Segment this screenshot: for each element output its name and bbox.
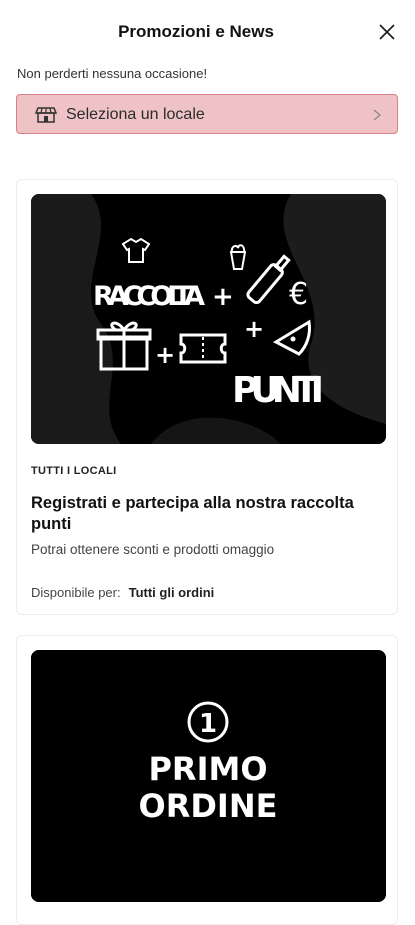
page-subtitle: Non perderti nessuna occasione! xyxy=(17,66,208,81)
promotion-tag: TUTTI I LOCALI xyxy=(31,465,117,477)
chevron-right-icon xyxy=(373,109,381,121)
locale-select-label: Seleziona un locale xyxy=(66,106,205,123)
banner-word-punti: PUNTI xyxy=(232,370,324,411)
promotion-title: Registrati e partecipa alla nostra racco… xyxy=(31,494,354,533)
promotion-banner-image: 1 PRIMO ORDINE xyxy=(31,650,386,902)
promotion-description: Potrai ottenere sconti e prodotti omaggi… xyxy=(31,542,275,557)
locale-select-button[interactable]: Seleziona un locale xyxy=(16,94,398,134)
svg-text:+: + xyxy=(244,315,264,343)
banner-number: 1 xyxy=(199,709,217,739)
availability-label: Disponibile per: xyxy=(31,585,121,600)
store-icon xyxy=(35,107,57,123)
svg-text:+: + xyxy=(212,282,234,312)
banner-word-primo: PRIMO xyxy=(148,750,267,788)
euro-icon: € xyxy=(289,277,308,312)
page-title: Promozioni e News xyxy=(118,22,274,41)
header: Promozioni e News xyxy=(0,0,415,64)
promotion-availability: Disponibile per: Tutti gli ordini xyxy=(31,585,214,600)
availability-value: Tutti gli ordini xyxy=(128,585,215,600)
banner-word-raccolta: RACCOLTA xyxy=(93,281,205,312)
promotion-card[interactable]: € RACCOLTA + + + PUNTI TUTTI I LOCALI Re… xyxy=(16,179,398,615)
banner-word-ordine: ORDINE xyxy=(139,787,278,825)
promotion-card[interactable]: 1 PRIMO ORDINE xyxy=(16,635,398,925)
svg-text:+: + xyxy=(155,341,175,369)
promotion-banner-image: € RACCOLTA + + + PUNTI xyxy=(31,194,386,444)
close-icon[interactable] xyxy=(377,22,397,42)
